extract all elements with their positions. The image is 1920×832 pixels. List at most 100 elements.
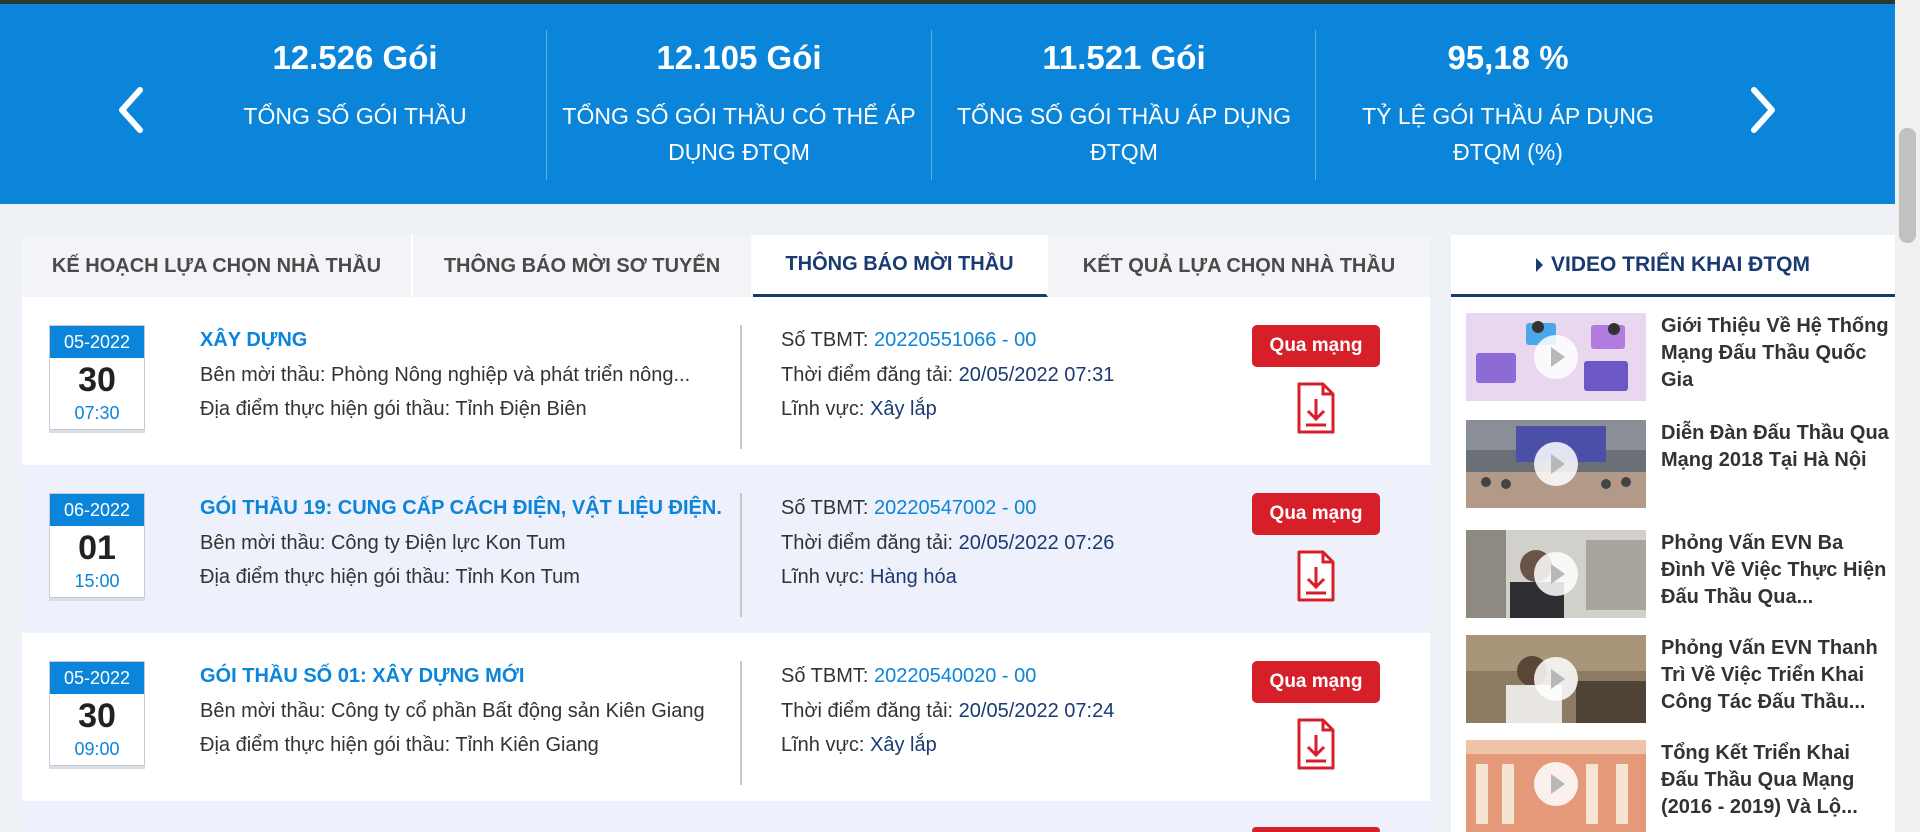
tab-prequalification-notice[interactable]: THÔNG BÁO MỜI SƠ TUYỂN [413, 235, 753, 297]
field-line: Lĩnh vực: Xây lắp [781, 398, 937, 421]
download-pdf-icon[interactable] [1296, 717, 1336, 771]
tab-contractor-selection-plan[interactable]: KẾ HOẠCH LỰA CHỌN NHÀ THẦU [22, 235, 413, 297]
video-title[interactable]: Phỏng Vấn EVN Thanh Trì Về Việc Triển Kh… [1661, 635, 1891, 716]
play-icon [1534, 442, 1578, 486]
inviter-value: Phòng Nông nghiệp và phát triển nông... [330, 364, 691, 386]
video-thumbnail[interactable] [1466, 530, 1646, 618]
video-thumbnail[interactable] [1466, 313, 1646, 401]
location-label: Địa điểm thực hiện gói thầu: [200, 734, 456, 756]
notice-row: 05-2022 30 07:30 XÂY DỰNG Bên mời thầu: … [22, 297, 1430, 465]
notice-title-link[interactable]: GÓI THẦU 19: CUNG CẤP CÁCH ĐIỆN, VẬT LIỆ… [200, 497, 722, 520]
online-bid-button[interactable]: Qua mạng [1252, 493, 1380, 535]
video-thumbnail[interactable] [1466, 740, 1646, 832]
video-title[interactable]: Giới Thiệu Về Hệ Thống Mạng Đấu Thầu Quố… [1661, 313, 1891, 394]
field-label: Lĩnh vực: [781, 734, 870, 756]
video-item[interactable]: Diễn Đàn Đấu Thầu Qua Mạng 2018 Tại Hà N… [1466, 420, 1891, 516]
date-badge: 06-2022 01 15:00 [49, 493, 145, 598]
video-item[interactable]: Giới Thiệu Về Hệ Thống Mạng Đấu Thầu Quố… [1466, 313, 1891, 409]
location-value: Tỉnh Điện Biên [455, 398, 587, 420]
inviter-label: Bên mời thầu: [200, 532, 331, 554]
tbmt-line: Số TBMT: 20220547002 - 00 [781, 497, 1036, 520]
download-pdf-icon[interactable] [1296, 549, 1336, 603]
online-bid-button[interactable]: Qua mạng [1252, 661, 1380, 703]
video-title[interactable]: Phỏng Vấn EVN Ba Đình Về Việc Thực Hiện … [1661, 530, 1891, 611]
stats-banner: 12.526 Gói TỔNG SỐ GÓI THẦU 12.105 Gói T… [0, 4, 1895, 204]
stat-total-packages: 12.526 Gói TỔNG SỐ GÓI THẦU [163, 30, 547, 180]
date-day: 01 [78, 529, 116, 567]
field-label: Lĩnh vực: [781, 566, 870, 588]
date-month: 05-2022 [50, 662, 144, 694]
field-line: Lĩnh vực: Xây lắp [781, 734, 937, 757]
row-divider [740, 493, 742, 617]
location-label: Địa điểm thực hiện gói thầu: [200, 566, 456, 588]
posted-line: Thời điểm đăng tải: 20/05/2022 07:26 [781, 532, 1114, 555]
tbmt-value[interactable]: 20220547002 - 00 [874, 497, 1036, 519]
sidebar-header: VIDEO TRIỂN KHAI ĐTQM [1451, 235, 1895, 297]
video-thumbnail[interactable] [1466, 635, 1646, 723]
play-icon [1534, 335, 1578, 379]
download-pdf-icon[interactable] [1296, 381, 1336, 435]
notices-panel: KẾ HOẠCH LỰA CHỌN NHÀ THẦU THÔNG BÁO MỜI… [22, 235, 1430, 832]
tab-bid-invitation[interactable]: THÔNG BÁO MỜI THẦU [753, 235, 1048, 297]
inviter-value: Công ty Điện lực Kon Tum [330, 532, 566, 554]
field-value: Xây lắp [869, 398, 937, 420]
page-scrollbar[interactable] [1895, 0, 1920, 832]
sidebar-title: VIDEO TRIỂN KHAI ĐTQM [1550, 252, 1810, 276]
posted-value: 20/05/2022 07:26 [958, 532, 1115, 554]
field-label: Lĩnh vực: [781, 398, 870, 420]
notice-row [22, 801, 1430, 832]
online-bid-button[interactable]: Qua mạng [1252, 325, 1380, 367]
field-line: Lĩnh vực: Hàng hóa [781, 566, 957, 589]
inviter-line: Bên mời thầu: Công ty cổ phần Bất động s… [200, 700, 725, 723]
location-value: Tỉnh Kiên Giang [455, 734, 599, 756]
date-day: 30 [78, 697, 116, 735]
video-title[interactable]: Diễn Đàn Đấu Thầu Qua Mạng 2018 Tại Hà N… [1661, 420, 1891, 474]
posted-label: Thời điểm đăng tải: [781, 532, 959, 554]
date-badge: 05-2022 30 09:00 [49, 661, 145, 766]
tbmt-value[interactable]: 20220551066 - 00 [874, 329, 1036, 351]
stat-label: TỶ LỆ GÓI THẦU ÁP DỤNG ĐTQM (%) [1362, 103, 1654, 165]
stat-label: TỔNG SỐ GÓI THẦU CÓ THỂ ÁP DỤNG ĐTQM [562, 103, 916, 165]
stat-label: TỔNG SỐ GÓI THẦU [243, 103, 467, 129]
scrollbar-thumb[interactable] [1899, 128, 1916, 243]
posted-label: Thời điểm đăng tải: [781, 364, 959, 386]
video-item[interactable]: Phỏng Vấn EVN Thanh Trì Về Việc Triển Kh… [1466, 635, 1891, 731]
tbmt-label: Số TBMT: [781, 329, 874, 351]
field-value: Xây lắp [869, 734, 937, 756]
location-label: Địa điểm thực hiện gói thầu: [200, 398, 456, 420]
stat-label: TỔNG SỐ GÓI THẦU ÁP DỤNG ĐTQM [957, 103, 1291, 165]
next-arrow-icon[interactable] [1742, 80, 1782, 140]
posted-line: Thời điểm đăng tải: 20/05/2022 07:24 [781, 700, 1114, 723]
posted-line: Thời điểm đăng tải: 20/05/2022 07:31 [781, 364, 1114, 387]
stat-ratio: 95,18 % TỶ LỆ GÓI THẦU ÁP DỤNG ĐTQM (%) [1316, 30, 1700, 180]
tab-selection-result[interactable]: KẾT QUẢ LỰA CHỌN NHÀ THẦU [1048, 235, 1430, 297]
stat-applied-packages: 11.521 Gói TỔNG SỐ GÓI THẦU ÁP DỤNG ĐTQM [932, 30, 1316, 180]
prev-arrow-icon[interactable] [112, 80, 152, 140]
play-icon [1534, 762, 1578, 806]
posted-value: 20/05/2022 07:31 [958, 364, 1115, 386]
location-value: Tỉnh Kon Tum [455, 566, 580, 588]
tbmt-label: Số TBMT: [781, 497, 874, 519]
row-divider [740, 325, 742, 449]
date-time: 07:30 [74, 403, 120, 423]
inviter-label: Bên mời thầu: [200, 700, 331, 722]
date-month: 05-2022 [50, 326, 144, 358]
video-item[interactable]: Phỏng Vấn EVN Ba Đình Về Việc Thực Hiện … [1466, 530, 1891, 626]
notice-title-link[interactable]: XÂY DỰNG [200, 329, 307, 352]
inviter-label: Bên mời thầu: [200, 364, 331, 386]
tbmt-value[interactable]: 20220540020 - 00 [874, 665, 1036, 687]
tbmt-label: Số TBMT: [781, 665, 874, 687]
video-title[interactable]: Tổng Kết Triển Khai Đấu Thầu Qua Mạng (2… [1661, 740, 1891, 821]
stat-value: 95,18 % [1447, 39, 1569, 76]
field-value: Hàng hóa [869, 566, 957, 588]
video-thumbnail[interactable] [1466, 420, 1646, 508]
video-item[interactable]: Tổng Kết Triển Khai Đấu Thầu Qua Mạng (2… [1466, 740, 1891, 832]
tbmt-line: Số TBMT: 20220540020 - 00 [781, 665, 1036, 688]
row-divider [740, 661, 742, 785]
stat-applicable-packages: 12.105 Gói TỔNG SỐ GÓI THẦU CÓ THỂ ÁP DỤ… [547, 30, 931, 180]
inviter-line: Bên mời thầu: Công ty Điện lực Kon Tum [200, 532, 725, 555]
tbmt-line: Số TBMT: 20220551066 - 00 [781, 329, 1036, 352]
online-bid-button-partial[interactable] [1252, 827, 1380, 832]
notice-title-link[interactable]: GÓI THẦU SỐ 01: XÂY DỰNG MỚI [200, 665, 524, 688]
notice-row: 06-2022 01 15:00 GÓI THẦU 19: CUNG CẤP C… [22, 465, 1430, 633]
